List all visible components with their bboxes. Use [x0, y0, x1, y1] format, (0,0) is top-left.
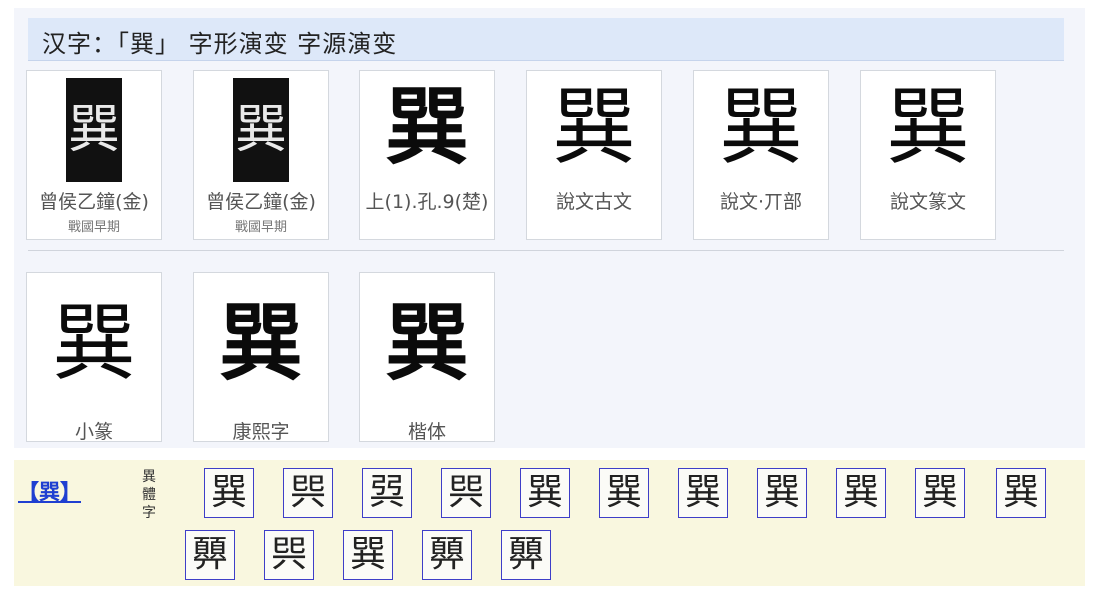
glyph-image: 巽 [194, 71, 328, 183]
row-divider [28, 250, 1064, 251]
variant-character-box[interactable]: 巽 [599, 468, 649, 518]
evolution-card[interactable]: 巽說文古文 [526, 70, 662, 240]
page-root: 汉字：「巽」 字形演变 字源演变 巽曾侯乙鐘(金) 戰國早期巽曾侯乙鐘(金) 戰國早… [0, 0, 1093, 594]
glyph-source-label: 小篆 [74, 421, 113, 442]
evolution-card[interactable]: 巽說文篆文 [860, 70, 996, 240]
glyph-source-label: 楷体 [407, 421, 446, 442]
glyph-source-label: 說文古文 [555, 191, 632, 213]
glyph-text: 巽 [66, 78, 122, 182]
glyph-text: 巽 [551, 78, 636, 176]
glyph-source-label: 康熙字 [232, 421, 290, 442]
variant-character-box[interactable]: 巽 [343, 530, 393, 580]
glyph-image: 巽 [27, 273, 161, 413]
variant-character-box[interactable]: 巽 [757, 468, 807, 518]
glyph-image: 巽 [527, 71, 661, 183]
glyph-text: 巽 [218, 293, 303, 392]
section-title: 汉字：「巽」 字形演变 字源演变 [42, 30, 398, 58]
variant-character-box[interactable]: 巽 [915, 468, 965, 518]
glyph-image: 巽 [27, 71, 161, 183]
variant-character-box[interactable]: 巽 [520, 468, 570, 518]
evolution-card[interactable]: 巽曾侯乙鐘(金) 戰國早期 [26, 70, 162, 240]
variant-character-box[interactable]: 巺 [264, 530, 314, 580]
variant-character-box[interactable]: 巽 [996, 468, 1046, 518]
variant-character-box[interactable]: 巽 [204, 468, 254, 518]
glyph-image: 巽 [360, 273, 494, 413]
variant-tag: 異體字 [142, 469, 156, 521]
glyph-text: 巽 [384, 77, 469, 176]
evolution-card[interactable]: 巽康熙字 [193, 272, 329, 442]
variant-character-box[interactable]: 巺 [283, 468, 333, 518]
variant-character-box[interactable]: 顨 [501, 530, 551, 580]
variant-character-box[interactable]: 巽 [836, 468, 886, 518]
glyph-text: 巽 [718, 78, 803, 176]
section-title-bar: 汉字：「巽」 字形演变 字源演变 [28, 18, 1064, 61]
glyph-image: 巽 [861, 71, 995, 183]
glyph-source-label: 說文·丌部 [719, 191, 803, 213]
glyph-source-label: 曾侯乙鐘(金) [206, 191, 316, 213]
evolution-card[interactable]: 巽小篆 [26, 272, 162, 442]
variant-character-box[interactable]: 㢲 [362, 468, 412, 518]
variant-character-box[interactable]: 顨 [422, 530, 472, 580]
glyph-text: 巽 [51, 294, 136, 392]
variant-character-box[interactable]: 巽 [678, 468, 728, 518]
glyph-text: 巽 [384, 293, 469, 392]
variant-character-box[interactable]: 顨 [185, 530, 235, 580]
glyph-image: 巽 [694, 71, 828, 183]
character-link[interactable]: 【巽】 [18, 476, 81, 506]
glyph-image: 巽 [194, 273, 328, 413]
glyph-period-label: 戰國早期 [67, 220, 120, 235]
glyph-source-label: 曾侯乙鐘(金) [39, 191, 149, 213]
evolution-card[interactable]: 巽上(1).孔.9(楚) [359, 70, 495, 240]
glyph-source-label: 說文篆文 [889, 191, 966, 213]
glyph-source-label: 上(1).孔.9(楚) [365, 191, 489, 213]
variant-character-box[interactable]: 巺 [441, 468, 491, 518]
evolution-card[interactable]: 巽說文·丌部 [693, 70, 829, 240]
evolution-card[interactable]: 巽楷体 [359, 272, 495, 442]
glyph-image: 巽 [360, 71, 494, 183]
glyph-text: 巽 [885, 78, 970, 176]
evolution-card[interactable]: 巽曾侯乙鐘(金) 戰國早期 [193, 70, 329, 240]
glyph-period-label: 戰國早期 [234, 220, 287, 235]
glyph-text: 巽 [233, 78, 289, 182]
